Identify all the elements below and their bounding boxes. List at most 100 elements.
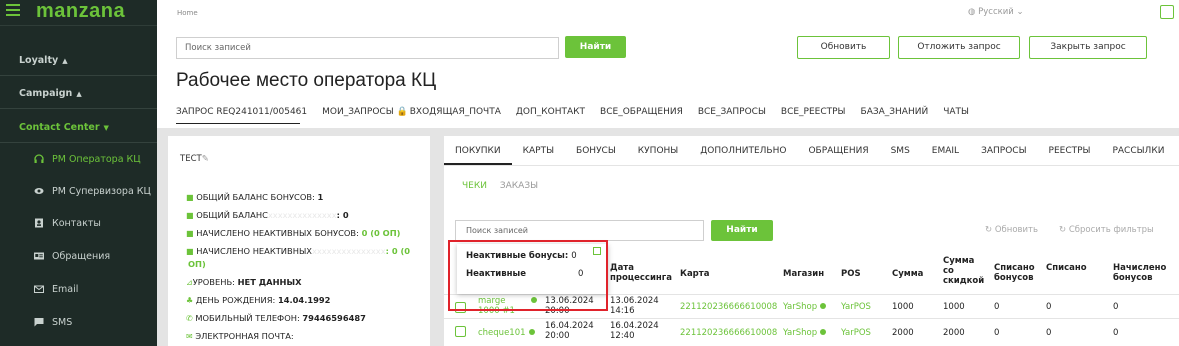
sidebar-group-loyalty[interactable]: Loyalty ▲ [0, 55, 157, 66]
sidebar-item-supervisor[interactable]: РМ Супервизора КЦ [0, 182, 157, 200]
shop-link[interactable]: YarShop [783, 328, 827, 338]
postpone-request-button[interactable]: Отложить запрос [898, 36, 1020, 59]
sidebar-divider [0, 108, 157, 109]
tab-additional[interactable]: ДОПОЛНИТЕЛЬНО [689, 136, 797, 165]
column-header-accrued[interactable]: Начислено бонусов [1113, 263, 1179, 283]
pos-link[interactable]: YarPOS [841, 302, 871, 312]
breadcrumb[interactable]: Home [177, 9, 198, 17]
sidebar-item-sms[interactable]: SMS [0, 313, 157, 331]
sidebar-group-label: Contact Center [19, 122, 100, 133]
tab-email[interactable]: EMAIL [921, 136, 970, 165]
row-checkbox[interactable] [455, 326, 466, 337]
client-inactive-accrued-2: ■ НАЧИСЛЕНО НЕАКТИВНЫХxxxxxxxxxxxxxxx: 0… [186, 246, 410, 256]
subtab-orders[interactable]: ЗАКАЗЫ [500, 181, 538, 191]
client-email: ✉ ЭЛЕКТРОННАЯ ПОЧТА: [186, 331, 294, 341]
refresh-button[interactable]: Обновить [797, 36, 890, 59]
tab-knowledge-base[interactable]: БАЗА_ЗНАНИЙ [861, 107, 929, 117]
client-level: ⊿УРОВЕНЬ: НЕТ ДАННЫХ [186, 277, 301, 287]
records-search-input[interactable]: Поиск записей [455, 220, 704, 241]
column-header-processing-date[interactable]: Дата процессинга [610, 263, 672, 283]
card-link[interactable]: 221120236666610008 [680, 328, 777, 338]
written-value: 0 [1046, 302, 1052, 312]
cheque-id: cheque101 [478, 328, 526, 338]
tab-mailings[interactable]: РАССЫЛКИ [1101, 136, 1175, 165]
client-info-panel: ТЕСТ✎ ■ ОБЩИЙ БАЛАНС БОНУСОВ: 1 ■ ОБЩИЙ … [168, 136, 430, 346]
field-value[interactable]: ОП) [188, 259, 206, 269]
records-search-button[interactable]: Найти [711, 220, 773, 241]
tab-coupons[interactable]: КУПОНЫ [627, 136, 689, 165]
sidebar-divider [0, 25, 157, 26]
column-header-card[interactable]: Карта [680, 269, 709, 279]
subtab-cheques[interactable]: ЧЕКИ [462, 181, 487, 191]
tab-my-requests[interactable]: МОИ_ЗАПРОСЫ 🔒 [322, 107, 408, 117]
column-header-shop[interactable]: Магазин [783, 269, 824, 279]
tab-extra-contact[interactable]: ДОП_КОНТАКТ [516, 107, 585, 117]
chevron-down-icon: ⌄ [1016, 7, 1024, 17]
cake-icon: ♣ [186, 296, 194, 305]
chat-icon [34, 318, 44, 327]
active-tab-indicator [176, 123, 300, 124]
column-header-pos[interactable]: POS [841, 269, 861, 279]
sidebar-item-operator[interactable]: РМ Оператора КЦ [0, 150, 157, 168]
written-value: 0 [1046, 328, 1052, 338]
cheque-id-link[interactable]: cheque101 [478, 328, 535, 338]
column-header-written-bonus[interactable]: Списано бонусов [994, 263, 1044, 283]
shop-name: YarShop [783, 302, 818, 312]
card-link[interactable]: 221120236666610008 [680, 302, 777, 312]
check-icon: ■ [186, 229, 194, 238]
edit-icon[interactable]: ✎ [202, 154, 209, 164]
sidebar-group-campaign[interactable]: Campaign ▲ [0, 88, 157, 99]
column-header-sum[interactable]: Сумма [892, 269, 923, 279]
tab-requests[interactable]: ЗАПРОСЫ [970, 136, 1037, 165]
check-icon: ■ [186, 247, 194, 256]
tab-all-requests[interactable]: ВСЕ_ЗАПРОСЫ [698, 107, 766, 117]
envelope-icon: ✉ [186, 332, 193, 341]
field-label: ДЕНЬ РОЖДЕНИЯ: [195, 295, 276, 305]
brand-logo[interactable]: manzana [36, 0, 125, 23]
field-value: 79446596487 [302, 313, 366, 323]
close-request-button[interactable]: Закрыть запрос [1029, 36, 1147, 59]
tab-label: МОИ_ЗАПРОСЫ [322, 107, 394, 117]
field-label: НАЧИСЛЕНО НЕАКТИВНЫХ [196, 246, 312, 256]
table-refresh-button[interactable]: ↻ Обновить [985, 225, 1038, 235]
eye-icon [34, 188, 44, 194]
processing-date: 13.06.2024 14:16 [610, 296, 659, 316]
sidebar-item-appeals[interactable]: Обращения [0, 247, 157, 265]
lock-icon: 🔒 [396, 107, 408, 117]
column-header-sum-discount[interactable]: Сумма со скидкой [943, 256, 988, 286]
tab-sms[interactable]: SMS [880, 136, 921, 165]
sum-discount-value: 1000 [943, 302, 965, 312]
search-input[interactable]: Поиск записей [176, 37, 559, 59]
phone-icon: ✆ [186, 314, 193, 323]
processing-date: 16.04.2024 12:40 [610, 321, 659, 341]
tab-bonuses[interactable]: БОНУСЫ [565, 136, 627, 165]
search-button[interactable]: Найти [565, 36, 626, 58]
accrued-value: 0 [1113, 328, 1119, 338]
sidebar-item-contacts[interactable]: Контакты [0, 214, 157, 232]
shop-link[interactable]: YarShop [783, 302, 827, 312]
logout-icon[interactable] [1160, 5, 1174, 19]
tab-purchases[interactable]: ПОКУПКИ [444, 136, 512, 165]
tab-cards[interactable]: КАРТЫ [512, 136, 565, 165]
sidebar-divider [0, 142, 157, 143]
tab-request[interactable]: ЗАПРОС REQ241011/005461 [176, 107, 307, 117]
language-selector[interactable]: ◍ Русский ⌄ [968, 7, 1024, 17]
sidebar-item-label: Контакты [52, 217, 101, 229]
sidebar-item-email[interactable]: Email [0, 280, 157, 298]
tab-registries[interactable]: РЕЕСТРЫ [1038, 136, 1102, 165]
tab-all-registries[interactable]: ВСЕ_РЕЕСТРЫ [781, 107, 846, 117]
tab-chats[interactable]: ЧАТЫ [943, 107, 969, 117]
field-value[interactable]: : 0 (0 [386, 246, 410, 256]
sidebar-group-contact-center[interactable]: Contact Center ▼ [0, 122, 157, 133]
reset-filters-button[interactable]: ↻ Сбросить фильтры [1059, 225, 1154, 235]
tab-inbox[interactable]: ВХОДЯЩАЯ_ПОЧТА [410, 107, 501, 117]
field-value[interactable]: 0 (0 ОП) [362, 228, 401, 238]
chevron-up-icon: ▲ [76, 90, 82, 98]
tab-all-appeals[interactable]: ВСЕ_ОБРАЩЕНИЯ [600, 107, 683, 117]
field-label: ЭЛЕКТРОННАЯ ПОЧТА: [195, 331, 294, 341]
refresh-label: Обновить [994, 225, 1039, 235]
pos-link[interactable]: YarPOS [841, 328, 871, 338]
tab-appeals[interactable]: ОБРАЩЕНИЯ [797, 136, 879, 165]
menu-icon[interactable] [6, 4, 20, 18]
column-header-written[interactable]: Списано [1046, 263, 1087, 273]
